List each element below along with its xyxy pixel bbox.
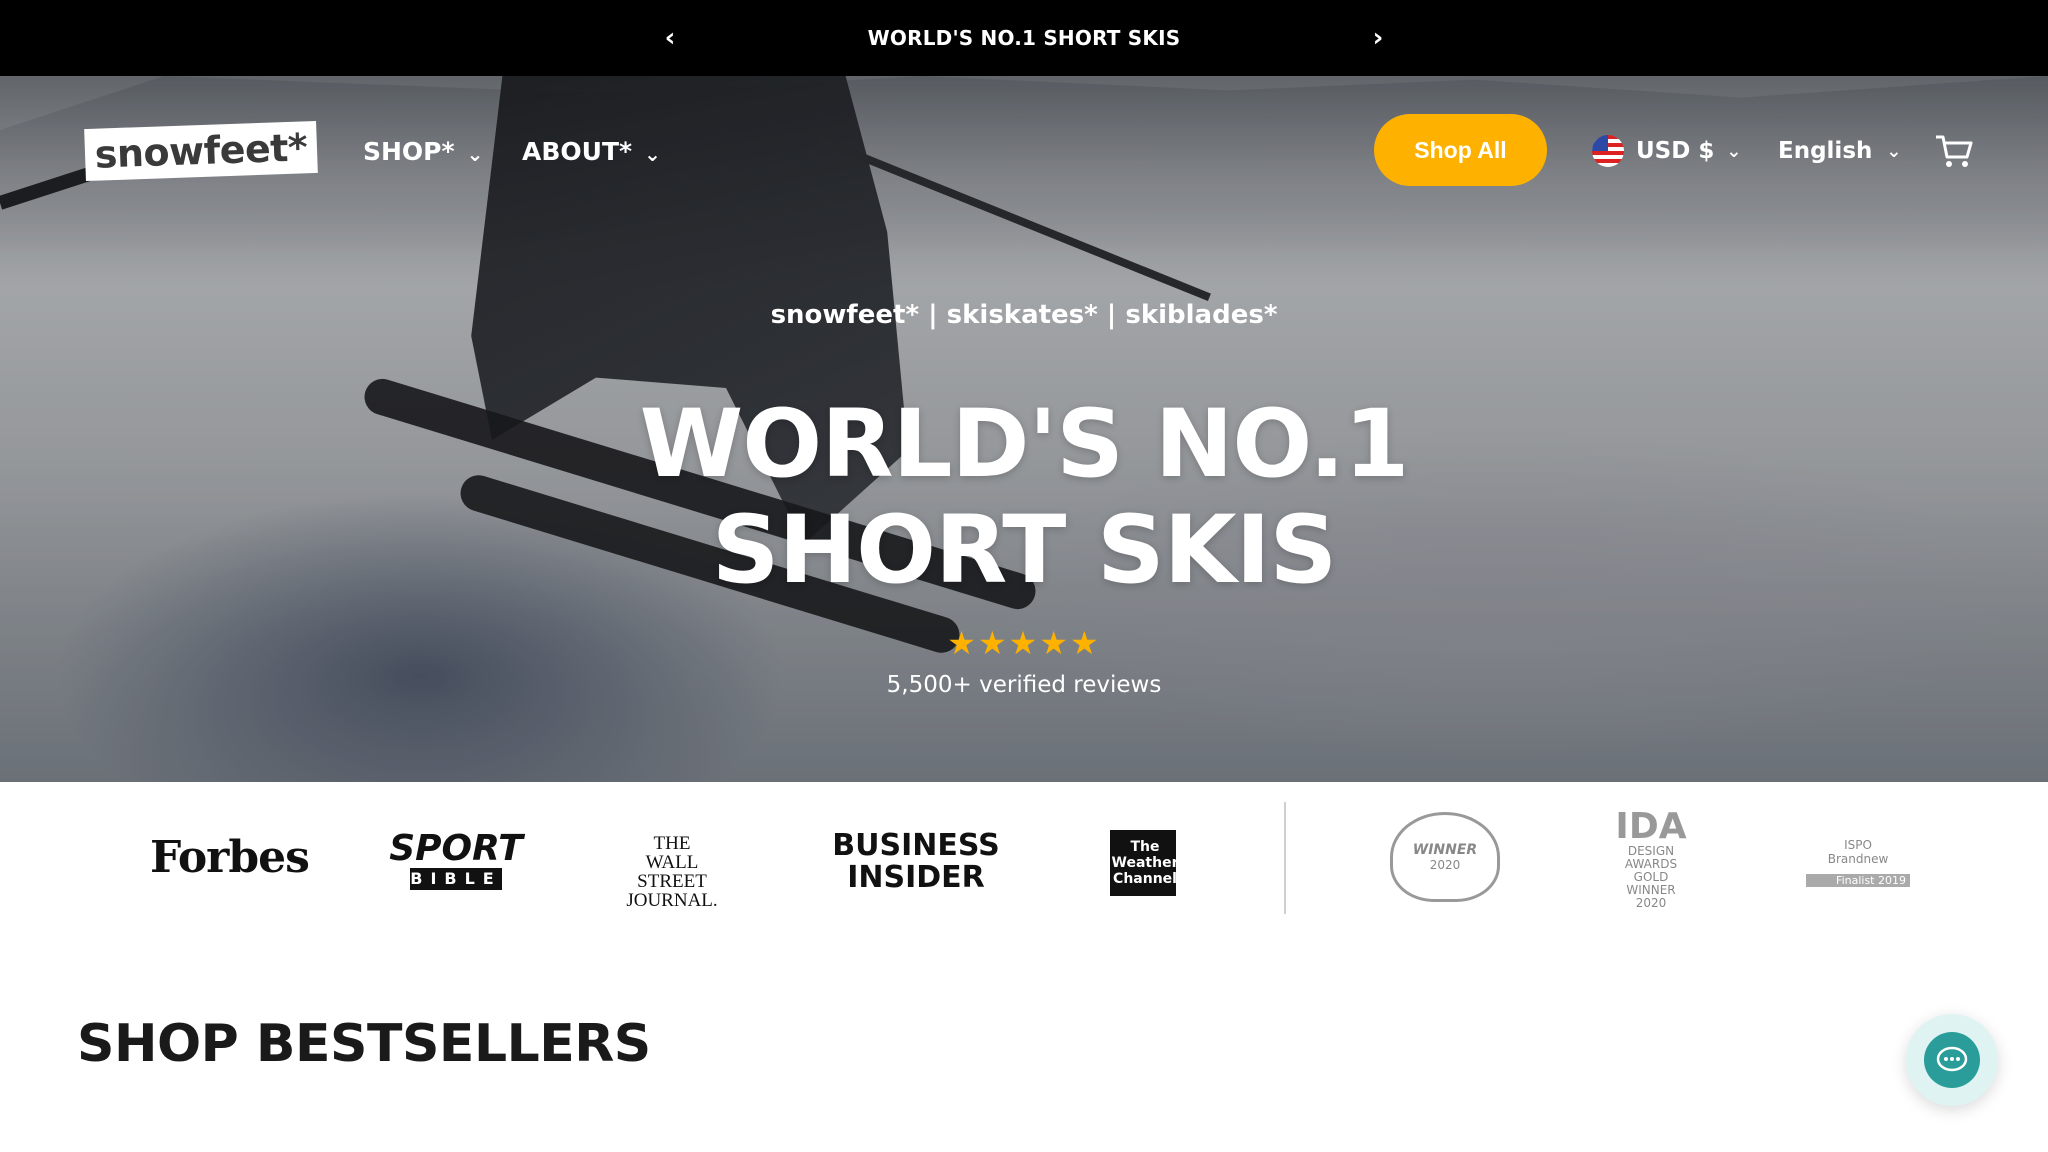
chevron-down-icon: ⌄ xyxy=(466,142,484,166)
business-insider-logo: BUSINESS INSIDER xyxy=(826,830,1006,894)
chevron-left-icon[interactable]: ‹ xyxy=(654,22,686,54)
forbes-logo: Forbes xyxy=(150,832,310,883)
nav-shop-label: SHOP* xyxy=(363,136,455,166)
hero-tagline: snowfeet* | skiskates* | skiblades* xyxy=(770,300,1278,330)
award1-title: WINNER xyxy=(1412,842,1478,858)
award2-line1: DESIGN xyxy=(1627,843,1675,858)
twc-line2: Weather xyxy=(1111,855,1179,871)
award2-line2: AWARDS xyxy=(1624,856,1678,871)
announcement-text: WORLD'S NO.1 SHORT SKIS xyxy=(867,26,1181,50)
star-icon: ★ xyxy=(977,624,1009,662)
sportbible-bottom: BIBLE xyxy=(410,868,502,890)
bi-line2: INSIDER xyxy=(847,860,985,895)
announcement-bar: ‹ WORLD'S NO.1 SHORT SKIS › xyxy=(0,0,2048,76)
ispo-award-badge: ISPO Brandnew Finalist 2019 xyxy=(1806,822,1910,902)
press-divider xyxy=(1284,802,1286,914)
star-rating: ★★★★★ xyxy=(0,624,2048,662)
ida-award-badge: IDA DESIGN AWARDS GOLD WINNER 2020 xyxy=(1606,805,1696,909)
wsj-logo: THE WALL STREET JOURNAL. xyxy=(612,834,732,910)
chevron-down-icon: ⌄ xyxy=(1886,140,1902,162)
press-logos-strip: Forbes SPORT BIBLE THE WALL STREET JOURN… xyxy=(0,782,2048,932)
star-icon: ★ xyxy=(947,624,978,662)
shop-all-button[interactable]: Shop All xyxy=(1374,114,1547,186)
hero-headline: WORLD'S NO.1 SHORT SKIS xyxy=(0,392,2048,604)
cart-icon[interactable] xyxy=(1934,133,1974,169)
nav-about-label: ABOUT* xyxy=(522,136,633,166)
wsj-line3: JOURNAL. xyxy=(626,890,718,911)
hero-headline-line1: WORLD'S NO.1 xyxy=(639,390,1410,499)
star-icon: ★ xyxy=(1008,624,1040,662)
nav-shop[interactable]: SHOP* ⌄ xyxy=(363,131,483,171)
award3-line2: Brandnew xyxy=(1827,851,1889,866)
hero-headline-line2: SHORT SKIS xyxy=(711,496,1338,605)
wsj-line1: THE xyxy=(653,833,691,854)
chevron-right-icon[interactable]: › xyxy=(1362,22,1394,54)
award2-line5: 2020 xyxy=(1635,895,1667,910)
chat-bubble-icon xyxy=(1924,1032,1980,1088)
chat-widget-button[interactable] xyxy=(1906,1014,1998,1106)
site-logo-text: snowfeet* xyxy=(94,125,308,177)
twc-line3: Channel xyxy=(1113,871,1177,887)
nav-about[interactable]: ABOUT* ⌄ xyxy=(522,131,661,171)
award2-line4: WINNER xyxy=(1626,882,1676,897)
language-label: English xyxy=(1778,138,1873,164)
award2-title: IDA xyxy=(1615,805,1687,847)
award3-line1: ISPO xyxy=(1844,837,1872,852)
award1-year: 2020 xyxy=(1429,858,1461,872)
currency-label: USD $ xyxy=(1636,138,1715,164)
weather-channel-logo: The Weather Channel xyxy=(1110,830,1179,896)
chevron-down-icon: ⌄ xyxy=(644,142,661,166)
language-selector[interactable]: English ⌄ xyxy=(1778,131,1901,171)
us-flag-icon xyxy=(1592,135,1624,167)
currency-selector[interactable]: USD $ ⌄ xyxy=(1592,131,1741,171)
star-icon: ★ xyxy=(1039,624,1071,662)
reviews-count: 5,500+ verified reviews xyxy=(886,672,1162,698)
sportbible-top: SPORT xyxy=(389,828,523,869)
site-logo[interactable]: snowfeet* xyxy=(84,120,318,182)
bi-line1: BUSINESS xyxy=(832,828,1000,863)
wsj-line2: WALL STREET xyxy=(637,852,707,892)
award2-line3: GOLD xyxy=(1633,869,1669,884)
section-title: SHOP BESTSELLERS xyxy=(77,1014,651,1074)
design-award-badge: WINNER 2020 xyxy=(1390,812,1500,902)
twc-line1: The xyxy=(1130,839,1160,855)
chevron-down-icon: ⌄ xyxy=(1726,140,1742,162)
star-icon: ★ xyxy=(1070,624,1101,662)
sportbible-logo: SPORT BIBLE xyxy=(389,830,523,890)
award3-bar: Finalist 2019 xyxy=(1806,873,1910,887)
